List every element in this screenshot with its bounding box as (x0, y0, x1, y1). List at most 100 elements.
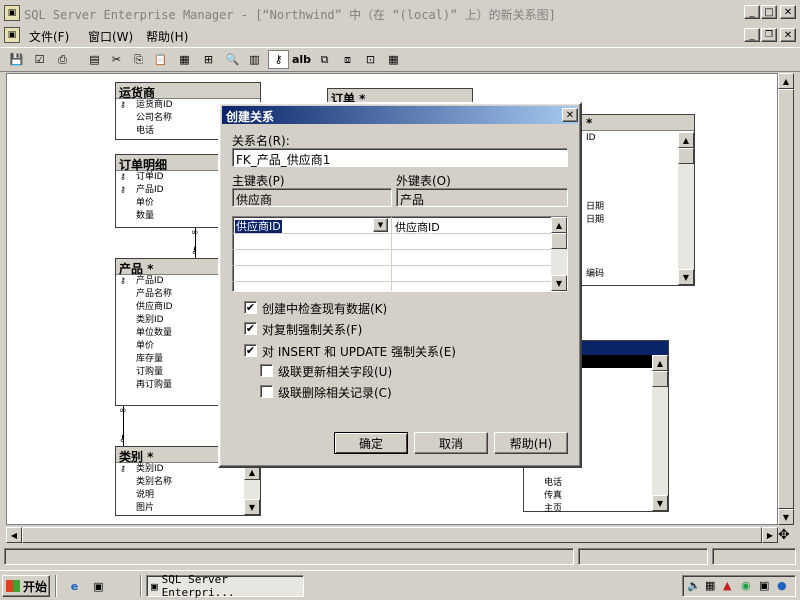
add-table-icon[interactable]: ▤ (84, 50, 105, 69)
scroll-down-button[interactable]: ▼ (244, 499, 260, 515)
enforce-replication-label[interactable]: 对复制强制关系(F) (262, 321, 362, 338)
ok-button[interactable]: 确定 (334, 432, 408, 454)
table-column[interactable]: 传真 (544, 488, 562, 501)
cascade-delete-checkbox[interactable] (260, 385, 273, 398)
minimize-button[interactable]: _ (744, 5, 760, 19)
arrange-selection-icon[interactable]: ⧈ (337, 50, 358, 69)
enforce-replication-checkbox[interactable]: ✔ (244, 322, 257, 335)
close-button[interactable]: ✕ (780, 5, 796, 19)
text-annotation-icon[interactable]: alb (291, 50, 312, 69)
autosize-icon[interactable]: ⊡ (360, 50, 381, 69)
tray-icon-1[interactable]: ▦ (705, 579, 715, 592)
network-icon[interactable]: ▣ (759, 579, 769, 592)
menu-help[interactable]: 帮助(H) (146, 28, 188, 45)
table-column[interactable]: ⚷ 订单ID (116, 171, 220, 184)
rel-name-input[interactable]: FK_产品_供应商1 (232, 148, 568, 167)
insert-icon[interactable]: ⊞ (198, 50, 219, 69)
canvas-horizontal-scrollbar[interactable]: ◀ ▶ (6, 527, 778, 543)
scroll-thumb[interactable] (678, 148, 694, 164)
scroll-thumb[interactable] (22, 527, 762, 543)
scroll-thumb[interactable] (778, 89, 794, 509)
show-relationship-labels-icon[interactable]: ▦ (383, 50, 404, 69)
arrange-tables-icon[interactable]: ⧉ (314, 50, 335, 69)
table-title[interactable]: * (568, 115, 694, 131)
table-column[interactable]: 主页 (544, 501, 562, 514)
enforce-insert-update-checkbox[interactable]: ✔ (244, 344, 257, 357)
dialog-close-button[interactable]: ✕ (562, 108, 578, 122)
table-column[interactable]: 订购量 (116, 366, 220, 379)
layout-icon[interactable]: ▥ (244, 50, 265, 69)
volume-icon[interactable]: 🔈 (687, 579, 701, 592)
check-existing-data-checkbox[interactable]: ✔ (244, 301, 257, 314)
enforce-insert-update-label[interactable]: 对 INSERT 和 UPDATE 强制关系(E) (262, 343, 456, 360)
scroll-thumb[interactable] (652, 371, 668, 387)
zoom-icon[interactable]: 🔍 (222, 50, 243, 69)
fk-column-value[interactable]: 供应商ID (395, 219, 440, 235)
scroll-up-button[interactable]: ▲ (652, 355, 668, 371)
menu-file[interactable]: 文件(F) (29, 28, 69, 45)
tray-icon-4[interactable]: ● (777, 579, 787, 592)
copy-icon[interactable]: ⎘ (128, 50, 149, 69)
scroll-down-button[interactable]: ▼ (678, 269, 694, 285)
canvas-vertical-scrollbar[interactable]: ▲ ▼ (778, 73, 794, 525)
doc-restore-button[interactable]: ❐ (761, 28, 777, 42)
table-column[interactable]: 说明 (116, 489, 260, 502)
cut-icon[interactable]: ✂ (106, 50, 127, 69)
start-button[interactable]: 开始 (2, 575, 50, 597)
scroll-down-button[interactable]: ▼ (652, 495, 668, 511)
table-title[interactable]: 运货商 (116, 83, 260, 100)
table-title[interactable]: 产品 * (116, 259, 220, 276)
help-button[interactable]: 帮助(H) (494, 432, 568, 454)
table-products[interactable]: 产品 * ⚷ 产品ID 产品名称 供应商ID 类别ID 单位数量 单价 库存量 订… (115, 258, 221, 406)
table-order-details[interactable]: 订单明细 ⚷ 订单ID ⚷ 产品ID 单价 数量 (115, 154, 221, 228)
table-title[interactable]: 订单明细 (116, 155, 220, 172)
save-icon[interactable]: 💾 (6, 50, 27, 69)
table-orders-columns[interactable]: * ID 日期 日期 编码 ▲ ▼ (567, 114, 695, 286)
doc-minimize-button[interactable]: _ (744, 28, 760, 42)
grid-scrollbar[interactable]: ▲ ▼ (551, 217, 567, 291)
table-column[interactable]: 供应商ID (116, 301, 220, 314)
table-column[interactable]: ⚷ 产品ID (116, 275, 220, 288)
table-column[interactable]: 图片 (116, 502, 260, 515)
table-column[interactable]: 单位数量 (116, 327, 220, 340)
properties-icon[interactable]: ☑ (29, 50, 50, 69)
table-scrollbar[interactable]: ▲ ▼ (244, 464, 260, 515)
scroll-up-button[interactable]: ▲ (778, 73, 794, 89)
table-column[interactable]: 单价 (116, 197, 220, 210)
show-desktop-icon[interactable]: ▣ (88, 577, 109, 596)
table-scrollbar[interactable]: ▲ ▼ (652, 355, 668, 511)
chevron-down-icon[interactable]: ▼ (373, 218, 388, 232)
primary-key-icon[interactable]: ⚷ (268, 50, 289, 69)
scroll-thumb[interactable] (551, 233, 567, 249)
dialog-title-bar[interactable]: 创建关系 ✕ (222, 106, 578, 124)
paste-icon[interactable]: 📋 (150, 50, 171, 69)
scroll-down-button[interactable]: ▼ (551, 275, 567, 291)
new-table-icon[interactable]: ▦ (174, 50, 195, 69)
table-column[interactable]: 单价 (116, 340, 220, 353)
cancel-button[interactable]: 取消 (414, 432, 488, 454)
scroll-up-button[interactable]: ▲ (551, 217, 567, 233)
menu-window[interactable]: 窗口(W) (88, 28, 133, 45)
table-column[interactable]: 再订购量 (116, 379, 220, 392)
table-column[interactable]: 产品名称 (116, 288, 220, 301)
table-column[interactable]: 类别名称 (116, 476, 260, 489)
table-column[interactable]: ⚷ 产品ID (116, 184, 220, 197)
task-sql-enterprise-manager[interactable]: ▣ SQL Server Enterpri... (146, 573, 304, 599)
doc-close-button[interactable]: ✕ (780, 28, 796, 42)
cascade-update-checkbox[interactable] (260, 364, 273, 377)
table-column[interactable]: 类别ID (116, 314, 220, 327)
table-column[interactable]: 数量 (116, 210, 220, 223)
table-column[interactable]: 库存量 (116, 353, 220, 366)
cascade-delete-label[interactable]: 级联删除相关记录(C) (278, 384, 392, 401)
pk-column-select[interactable]: 供应商ID ▼ (235, 218, 389, 233)
table-column[interactable]: 电话 (544, 475, 562, 488)
scroll-down-button[interactable]: ▼ (778, 509, 794, 525)
print-icon[interactable]: ⎙ (52, 50, 73, 69)
scroll-right-button[interactable]: ▶ (762, 527, 778, 543)
check-existing-data-label[interactable]: 创建中检查现有数据(K) (262, 300, 387, 317)
scroll-left-button[interactable]: ◀ (6, 527, 22, 543)
cascade-update-label[interactable]: 级联更新相关字段(U) (278, 363, 392, 380)
maximize-button[interactable]: □ (761, 5, 777, 19)
tray-icon-3[interactable]: ◉ (741, 579, 751, 592)
internet-explorer-icon[interactable]: e (64, 577, 85, 596)
